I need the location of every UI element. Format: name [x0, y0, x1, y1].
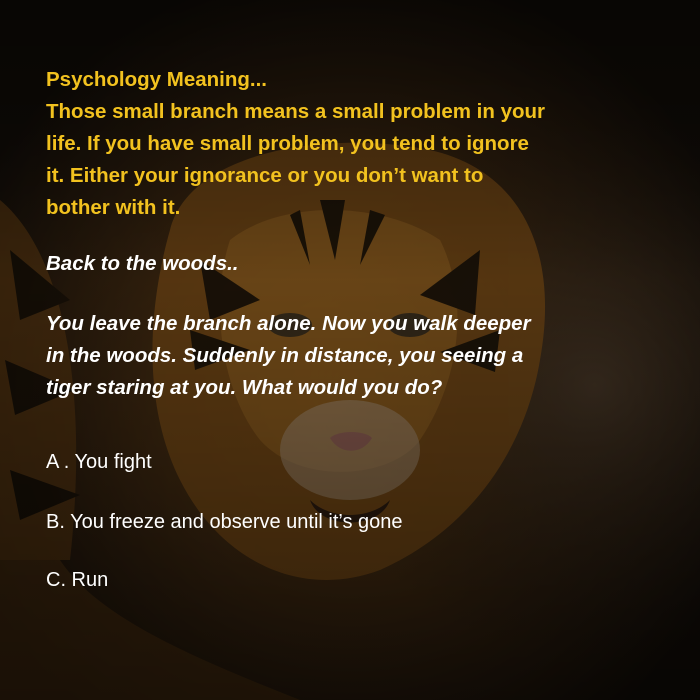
- option-b: B. You freeze and observe until it’s gon…: [46, 511, 403, 533]
- quiz-card: Psychology Meaning... Those small branch…: [0, 0, 700, 700]
- psychology-line-4: bother with it.: [46, 196, 181, 219]
- story-line-2: in the woods. Suddenly in distance, you …: [46, 344, 524, 367]
- story-line-3: tiger staring at you. What would you do?: [46, 376, 443, 399]
- story-line-1: You leave the branch alone. Now you walk…: [46, 312, 531, 335]
- psychology-line-1: Those small branch means a small problem…: [46, 100, 545, 123]
- option-c: C. Run: [46, 569, 109, 591]
- back-to-woods-text: Back to the woods..: [46, 252, 239, 275]
- psychology-line-2: life. If you have small problem, you ten…: [46, 132, 529, 155]
- option-a: A . You fight: [46, 451, 152, 473]
- psychology-heading: Psychology Meaning...: [46, 68, 267, 91]
- psychology-line-3: it. Either your ignorance or you don’t w…: [46, 164, 484, 187]
